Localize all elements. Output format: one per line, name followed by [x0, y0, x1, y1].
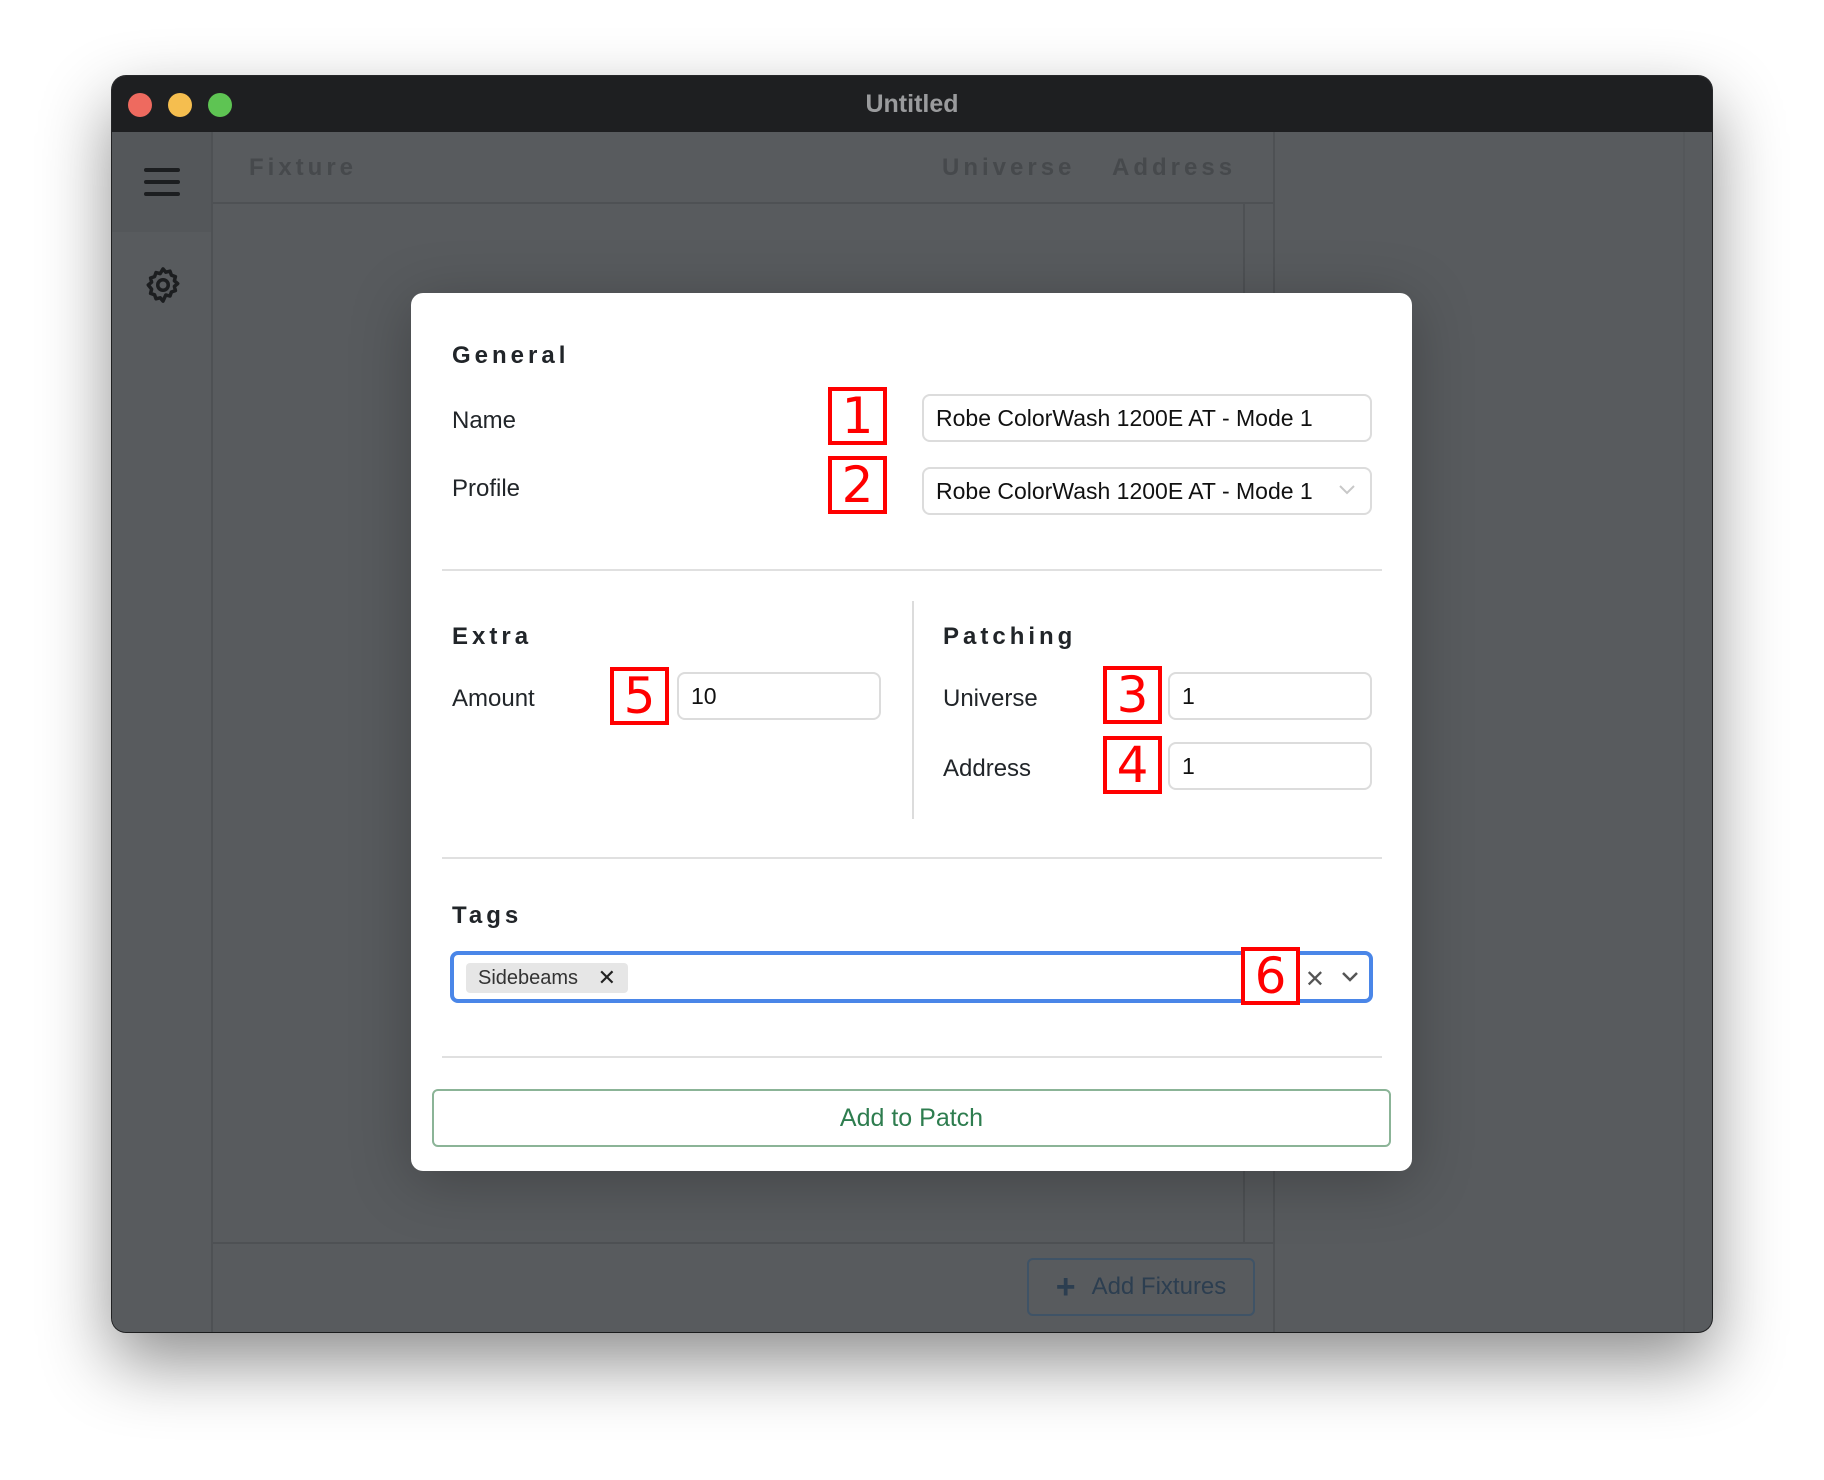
name-input[interactable]: Robe ColorWash 1200E AT - Mode 1 [922, 394, 1372, 442]
divider [442, 857, 1382, 859]
column-header-fixture[interactable]: Fixture [249, 154, 357, 182]
window-title: Untitled [865, 90, 959, 118]
amount-input[interactable]: 10 [677, 672, 881, 720]
address-label: Address [943, 755, 1032, 782]
divider [442, 1056, 1382, 1058]
section-title-general: General [452, 342, 570, 369]
column-divider [912, 601, 914, 819]
tags-select-input[interactable]: Sidebeams ✕ ✕ [450, 951, 1373, 1003]
annotation-badge-6: 6 [1241, 947, 1300, 1005]
name-label: Name [452, 407, 517, 434]
add-fixtures-button[interactable]: + Add Fixtures [1027, 1258, 1255, 1316]
amount-label: Amount [452, 685, 535, 712]
profile-label: Profile [452, 475, 521, 502]
add-fixture-dialog: General Name 1 Robe ColorWash 1200E AT -… [411, 293, 1412, 1171]
profile-select-value: Robe ColorWash 1200E AT - Mode 1 [936, 478, 1313, 504]
tag-chip: Sidebeams ✕ [466, 963, 628, 993]
right-pane-divider [1683, 132, 1685, 1332]
universe-label: Universe [943, 685, 1038, 712]
chevron-down-icon[interactable] [1341, 971, 1359, 983]
section-title-tags: Tags [452, 902, 523, 929]
add-fixtures-label: Add Fixtures [1091, 1273, 1227, 1300]
sidebar [112, 132, 213, 1332]
hamburger-menu-icon [144, 168, 180, 196]
table-header: Fixture Universe Address [213, 132, 1273, 204]
remove-tag-icon[interactable]: ✕ [598, 965, 616, 991]
address-input[interactable]: 1 [1168, 742, 1372, 790]
section-title-patching: Patching [943, 623, 1077, 650]
chevron-down-icon [1339, 485, 1355, 495]
section-title-extra: Extra [452, 623, 533, 650]
column-header-address[interactable]: Address [1112, 154, 1236, 182]
table-footer: + Add Fixtures [213, 1242, 1273, 1332]
sidebar-menu-button[interactable] [112, 132, 211, 232]
column-header-universe[interactable]: Universe [942, 154, 1075, 182]
profile-select[interactable]: Robe ColorWash 1200E AT - Mode 1 [922, 467, 1372, 515]
annotation-badge-1: 1 [828, 387, 887, 445]
universe-input[interactable]: 1 [1168, 672, 1372, 720]
plus-icon: + [1055, 1268, 1076, 1306]
clear-tags-icon[interactable]: ✕ [1305, 965, 1325, 994]
tag-chip-label: Sidebeams [478, 966, 579, 989]
title-bar: Untitled [112, 76, 1712, 132]
add-to-patch-button[interactable]: Add to Patch [432, 1089, 1391, 1147]
annotation-badge-2: 2 [828, 456, 887, 514]
gear-icon[interactable] [142, 264, 184, 306]
annotation-badge-4: 4 [1103, 736, 1162, 794]
annotation-badge-3: 3 [1103, 666, 1162, 724]
divider [442, 569, 1382, 571]
annotation-badge-5: 5 [610, 667, 669, 725]
